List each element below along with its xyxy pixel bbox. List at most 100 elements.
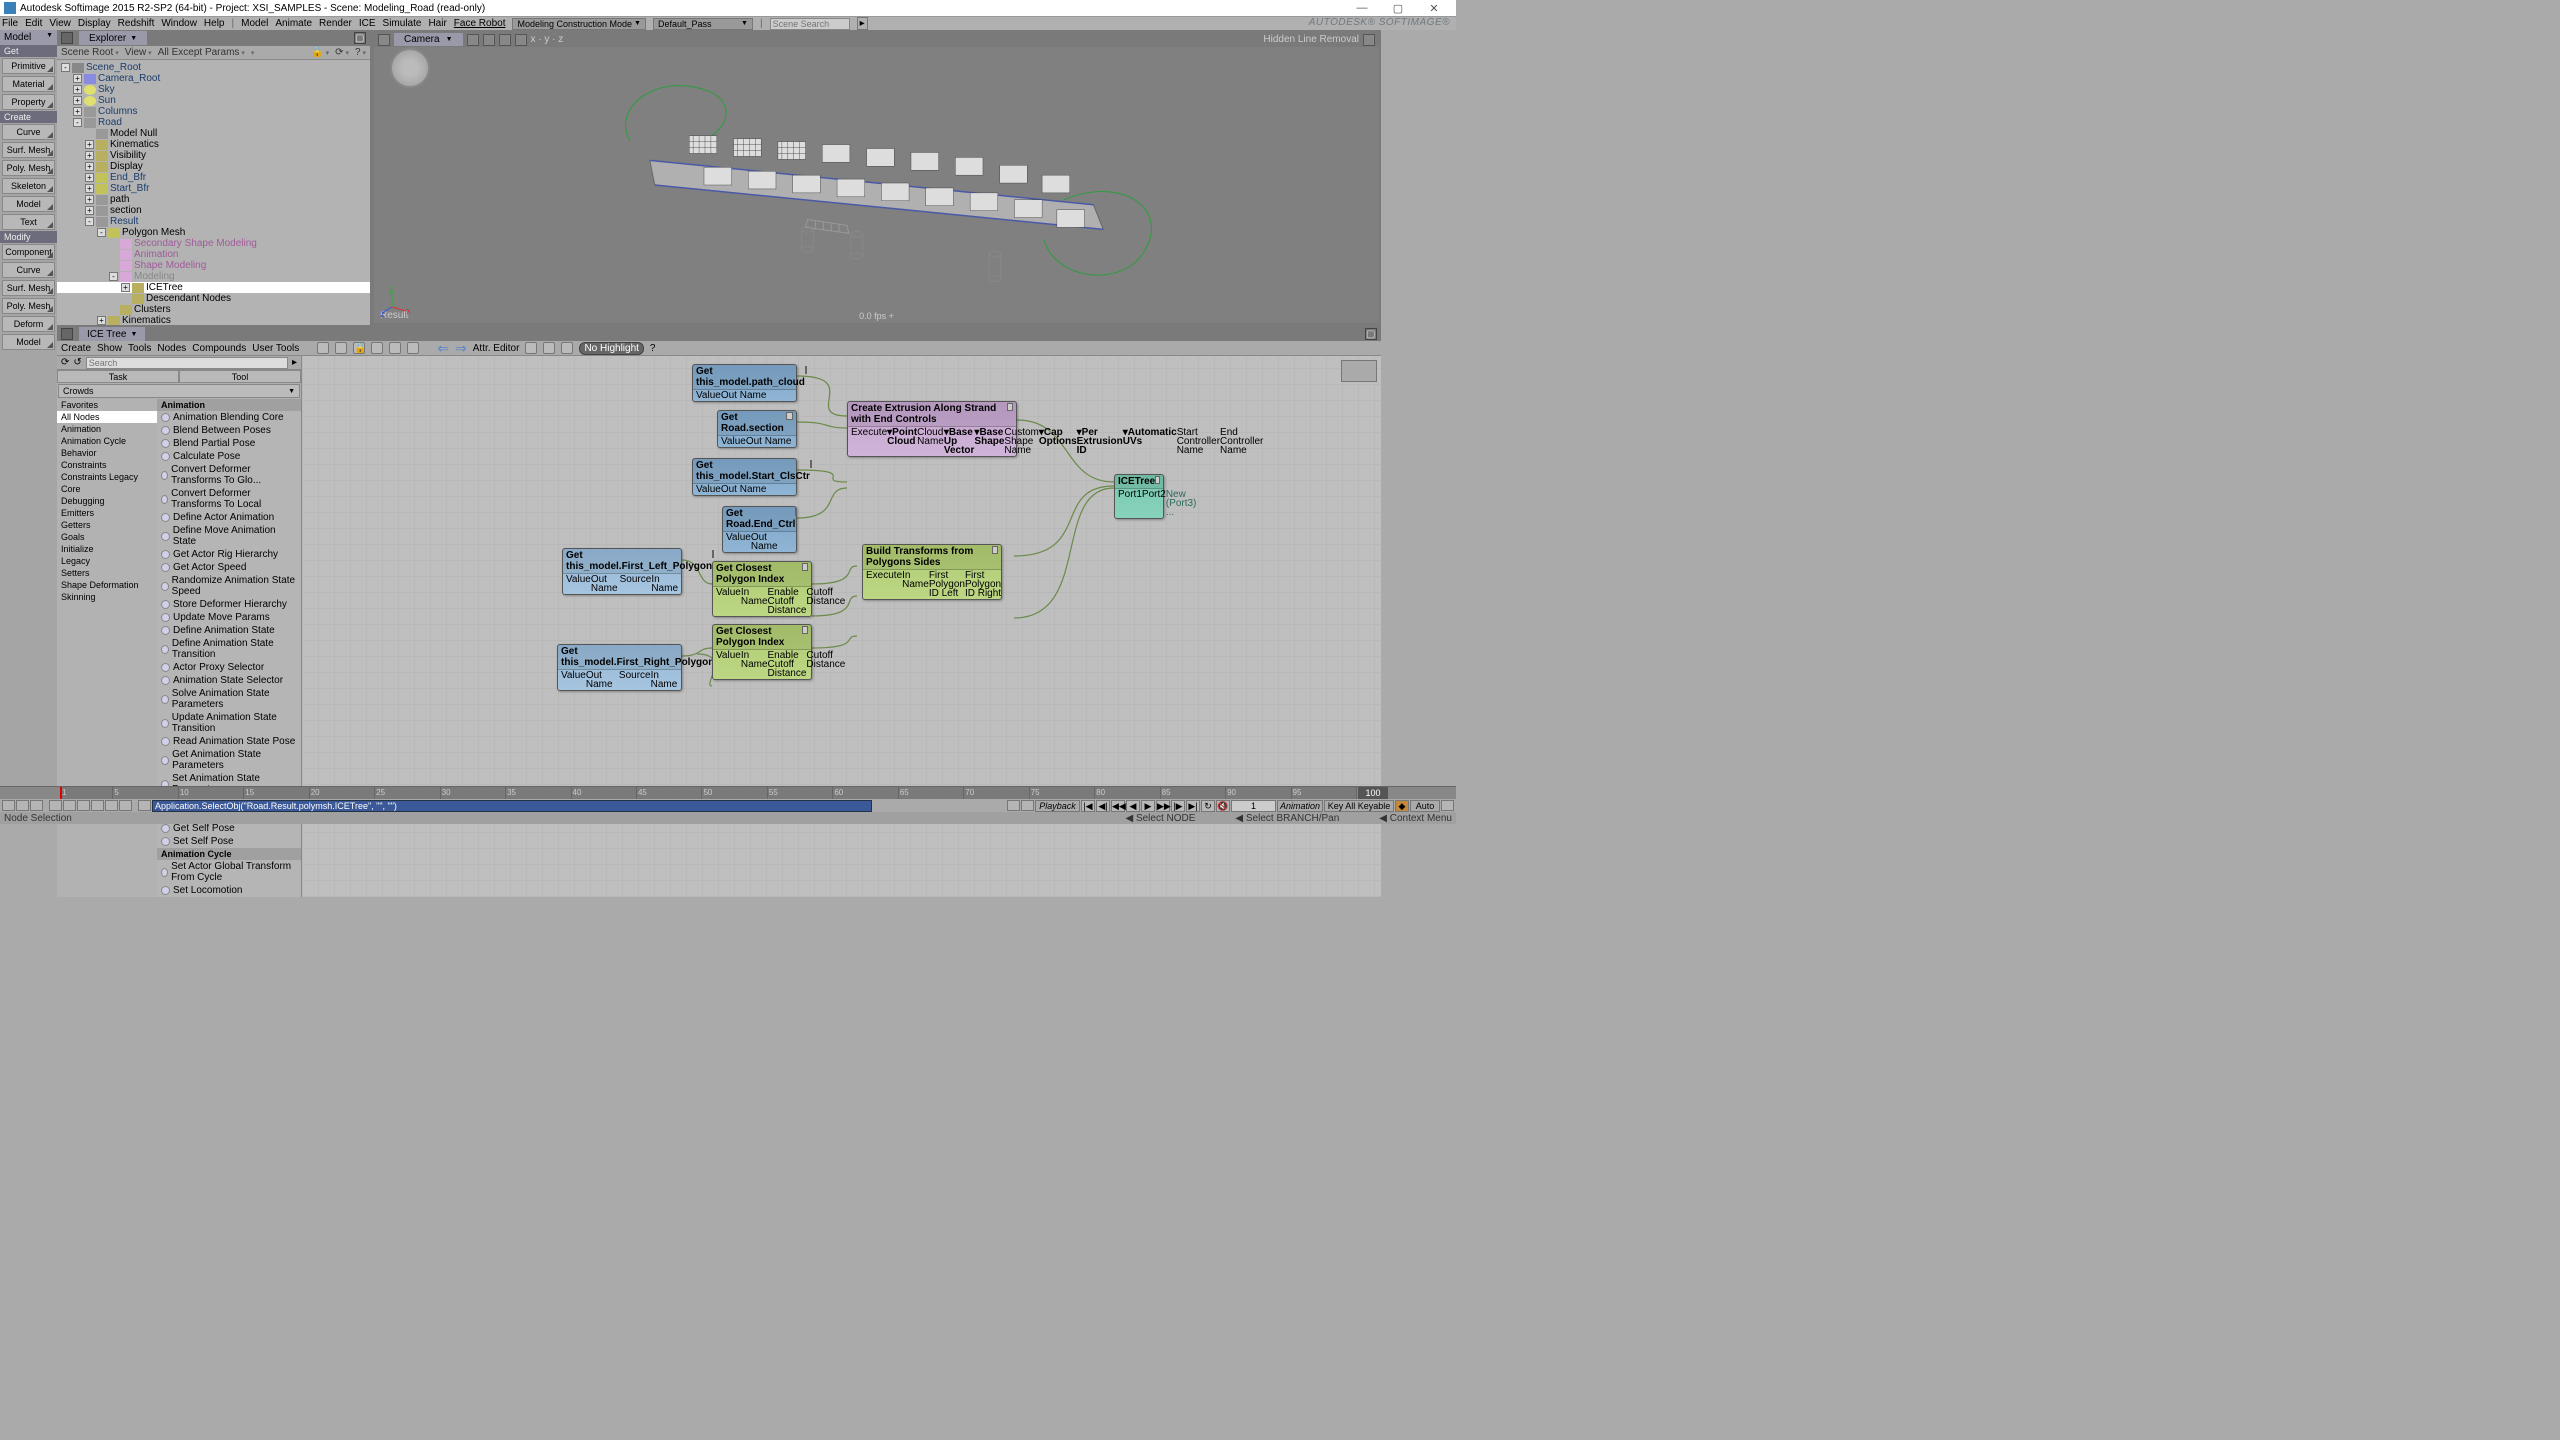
- node-compound-row[interactable]: Get Animation State Parameters: [157, 748, 301, 772]
- node-compound-row[interactable]: Animation Blending Core: [157, 411, 301, 424]
- menu-redshift[interactable]: Redshift: [118, 18, 155, 29]
- lib-search-go-icon[interactable]: ▸: [292, 357, 297, 368]
- node-icetree-root[interactable]: ICETree Port1Port2New (Port3) ...: [1114, 474, 1164, 519]
- key-button[interactable]: ◆: [1395, 800, 1409, 812]
- vp-icon-4[interactable]: [515, 34, 527, 46]
- node-compound-row[interactable]: Solve Animation State Parameters: [157, 687, 301, 711]
- auto-dropdown[interactable]: Auto: [1410, 800, 1440, 812]
- ice-tb-icon-8[interactable]: [561, 342, 573, 354]
- tree-item[interactable]: +Sky: [57, 84, 370, 95]
- maximize-button[interactable]: ▢: [1380, 2, 1416, 15]
- ice-menu-usertools[interactable]: User Tools: [252, 343, 299, 354]
- lib-category-dropdown[interactable]: Crowds: [58, 384, 300, 398]
- vp-menu-icon[interactable]: [378, 34, 390, 46]
- tree-item[interactable]: +End_Bfr: [57, 172, 370, 183]
- construction-mode-dropdown[interactable]: Modeling Construction Mode: [512, 18, 646, 30]
- node-compound-row[interactable]: Store Deformer Hierarchy: [157, 598, 301, 611]
- left-toolbar-header[interactable]: Model: [0, 30, 57, 45]
- btn-skeleton[interactable]: Skeleton: [2, 178, 55, 194]
- tree-expand-icon[interactable]: -: [85, 217, 94, 226]
- tree-expand-icon[interactable]: +: [85, 151, 94, 160]
- layout-icon-6[interactable]: [77, 800, 90, 811]
- ice-attr-editor-button[interactable]: Attr. Editor: [473, 343, 520, 354]
- timeline-playhead[interactable]: [60, 787, 62, 799]
- node-collapse-icon[interactable]: [805, 366, 807, 374]
- tree-expand-icon[interactable]: +: [85, 184, 94, 193]
- menu-model[interactable]: Model: [241, 18, 268, 29]
- ice-tb-icon-3[interactable]: [371, 342, 383, 354]
- node-collapse-icon[interactable]: [810, 460, 812, 468]
- btn-mod-model[interactable]: Model: [2, 334, 55, 350]
- ice-help-icon[interactable]: ?: [650, 343, 656, 354]
- node-get-first-left-polygon[interactable]: Get this_model.First_Left_Polygon ValueO…: [562, 548, 682, 595]
- next-key-button[interactable]: |▶: [1171, 800, 1185, 812]
- btn-primitive[interactable]: Primitive: [2, 58, 55, 74]
- menu-facerobot[interactable]: Face Robot: [454, 18, 506, 29]
- layout-icon-5[interactable]: [63, 800, 76, 811]
- tree-item[interactable]: +Display: [57, 161, 370, 172]
- btn-curve[interactable]: Curve: [2, 124, 55, 140]
- node-compound-row[interactable]: Actor Proxy Selector: [157, 661, 301, 674]
- script-editor-icon[interactable]: [1007, 800, 1020, 811]
- scope-scene-root[interactable]: Scene Root: [61, 47, 119, 58]
- node-compound-row[interactable]: Update Animation State Transition: [157, 711, 301, 735]
- menu-file[interactable]: File: [2, 18, 18, 29]
- node-closest-polygon-index-2[interactable]: Get Closest Polygon Index ValueIn NameEn…: [712, 624, 812, 680]
- ice-menu-tools[interactable]: Tools: [128, 343, 151, 354]
- tree-expand-icon[interactable]: +: [85, 195, 94, 204]
- lib-tab-tool[interactable]: Tool: [179, 370, 301, 383]
- tree-expand-icon[interactable]: +: [73, 107, 82, 116]
- category-row[interactable]: Goals: [57, 531, 157, 543]
- log-icon[interactable]: [1021, 800, 1034, 811]
- vp-max-icon[interactable]: [1363, 34, 1375, 46]
- vp-icon-1[interactable]: [467, 34, 479, 46]
- node-compound-row[interactable]: Get Actor Speed: [157, 561, 301, 574]
- tree-expand-icon[interactable]: +: [85, 206, 94, 215]
- vp-icon-3[interactable]: [499, 34, 511, 46]
- tree-item[interactable]: Shape Modeling: [57, 260, 370, 271]
- node-compound-row[interactable]: Blend Between Poses: [157, 424, 301, 437]
- menu-display[interactable]: Display: [78, 18, 111, 29]
- tree-item[interactable]: -Result: [57, 216, 370, 227]
- node-compound-row[interactable]: Define Actor Animation: [157, 511, 301, 524]
- goto-end-button[interactable]: ▶|: [1186, 800, 1200, 812]
- node-get-start-clsctr[interactable]: Get this_model.Start_ClsCtr ValueOut Nam…: [692, 458, 797, 496]
- pass-dropdown[interactable]: Default_Pass: [653, 18, 753, 30]
- explorer-tab[interactable]: Explorer: [79, 31, 147, 45]
- tree-item[interactable]: Descendant Nodes: [57, 293, 370, 304]
- node-get-first-right-polygon[interactable]: Get this_model.First_Right_Polygon Value…: [557, 644, 682, 691]
- scope-filter[interactable]: All Except Params: [158, 47, 245, 58]
- menu-render[interactable]: Render: [319, 18, 352, 29]
- btn-mod-polymesh[interactable]: Poly. Mesh: [2, 298, 55, 314]
- tree-item[interactable]: Animation: [57, 249, 370, 260]
- ice-tb-icon-4[interactable]: [389, 342, 401, 354]
- tree-item[interactable]: +Start_Bfr: [57, 183, 370, 194]
- tree-item[interactable]: -Road: [57, 117, 370, 128]
- tree-expand-icon[interactable]: +: [97, 316, 106, 325]
- category-row[interactable]: Emitters: [57, 507, 157, 519]
- node-compound-row[interactable]: Define Animation State: [157, 624, 301, 637]
- ice-menu-nodes[interactable]: Nodes: [157, 343, 186, 354]
- tree-expand-icon[interactable]: -: [97, 228, 106, 237]
- node-create-extrusion[interactable]: Create Extrusion Along Strand with End C…: [847, 401, 1017, 457]
- tree-item[interactable]: +ICETree: [57, 282, 370, 293]
- node-compound-row[interactable]: Get Actor Rig Hierarchy: [157, 548, 301, 561]
- category-row[interactable]: Skinning: [57, 591, 157, 603]
- node-compound-row[interactable]: Calculate Pose: [157, 450, 301, 463]
- tree-item[interactable]: +section: [57, 205, 370, 216]
- next-frame-button[interactable]: ▶▶: [1156, 800, 1170, 812]
- render-mode-dropdown[interactable]: Hidden Line Removal: [1263, 34, 1359, 45]
- ice-menu-create[interactable]: Create: [61, 343, 91, 354]
- btn-material[interactable]: Material: [2, 76, 55, 92]
- node-compound-row[interactable]: Set Locomotion: [157, 884, 301, 897]
- audio-button[interactable]: 🔇: [1216, 800, 1230, 812]
- node-compound-row[interactable]: Randomize Animation State Speed: [157, 574, 301, 598]
- play-button[interactable]: ▶: [1141, 800, 1155, 812]
- menu-edit[interactable]: Edit: [25, 18, 42, 29]
- tree-expand-icon[interactable]: +: [85, 162, 94, 171]
- current-frame-field[interactable]: 1: [1231, 800, 1276, 812]
- layout-icon-7[interactable]: [91, 800, 104, 811]
- loop-button[interactable]: ↻: [1201, 800, 1215, 812]
- menu-animate[interactable]: Animate: [275, 18, 312, 29]
- panel-max-icon[interactable]: ▢: [354, 32, 366, 44]
